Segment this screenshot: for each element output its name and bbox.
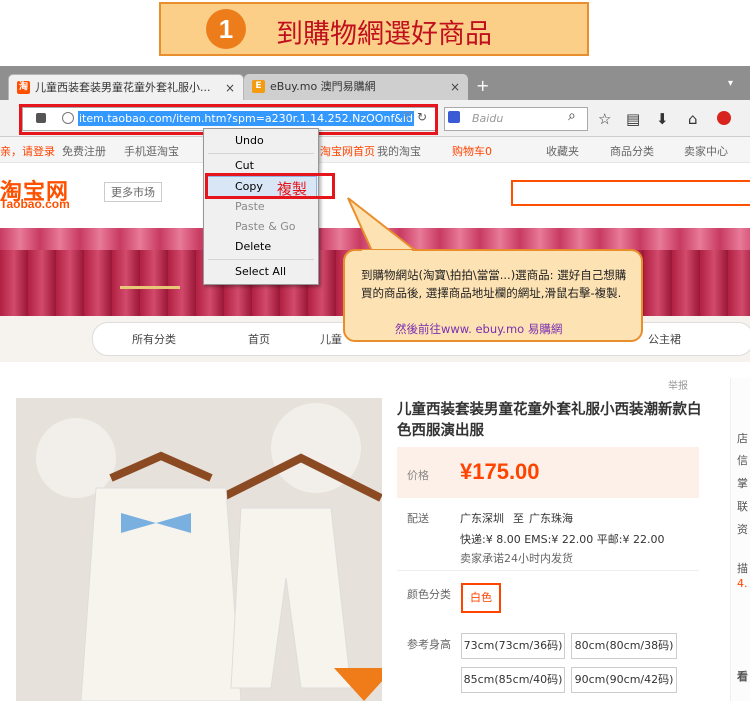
ship-from: 广东深圳 [460,512,504,525]
chandelier-icon [120,246,180,289]
baidu-icon [448,111,460,123]
menu-item-undo[interactable]: Undo [235,134,264,147]
side-text: 资 [737,523,748,536]
new-tab-button[interactable]: + [476,76,489,95]
download-icon[interactable]: ⬇ [656,110,669,128]
price-box [397,447,699,498]
shipping-note: 卖家承诺24小时内发货 [460,552,573,565]
cart-link[interactable]: 购物车0 [452,143,492,159]
copy-highlight-box [205,173,335,199]
copy-annotation: 複製 [277,180,308,198]
menu-home[interactable]: 首页 [248,331,270,347]
price-value: ¥175.00 [460,459,540,484]
report-link[interactable]: 举报 [668,377,688,392]
side-text: 店 [737,432,748,445]
size-option-85[interactable]: 85cm(85cm/40码) [461,667,565,693]
callout-join [362,250,412,254]
my-taobao-link[interactable]: 我的淘宝 [377,143,421,159]
step-number-badge: 1 [206,9,246,49]
tab-list-button[interactable]: ▾ [728,78,733,89]
divider [397,570,699,571]
product-title: 儿童西装套装男童花童外套礼服小西装潮新款白色西服演出服 [397,402,702,439]
side-text: 4. [737,577,748,590]
callout-pointer [347,197,419,252]
close-icon[interactable]: × [450,74,460,100]
category-link[interactable]: 商品分类 [610,143,654,159]
mobile-link[interactable]: 手机逛淘宝 [124,143,179,159]
menu-all-categories[interactable]: 所有分类 [132,331,176,347]
ebuy-favicon-icon: E [252,80,265,93]
taobao-favicon-icon: 淘 [17,81,30,94]
size-option-73[interactable]: 73cm(73cm/36码) [461,633,565,659]
side-text: 信 [737,454,748,467]
reading-list-icon[interactable]: ▤ [626,110,640,128]
shop-info-panel [730,378,750,701]
more-markets-button[interactable]: 更多市场 [104,182,162,202]
tab-taobao[interactable]: 淘 儿童西装套装男童花童外套礼服小... × [8,74,244,100]
ship-to-select[interactable]: 广东珠海 [529,510,573,526]
color-option-white[interactable]: 白色 [461,583,501,613]
step-title: 到購物網選好商品 [276,19,492,50]
shipping-label: 配送 [407,512,429,525]
menu-item-cut[interactable]: Cut [235,159,254,172]
login-link[interactable]: 亲，请登录 [0,143,55,159]
taobao-logo-en: Taobao.com [0,197,70,211]
price-label: 价格 [407,469,429,482]
search-icon[interactable]: ⌕ [568,108,576,124]
tab-label: 儿童西装套装男童花童外套礼服小... [35,81,211,94]
side-text: 联 [737,500,748,513]
size-label: 参考身高 [407,638,451,651]
side-text: 掌 [737,477,748,490]
suit-illustration [16,398,382,701]
color-label: 颜色分类 [407,588,451,601]
size-option-90[interactable]: 90cm(90cm/42码) [571,667,677,693]
home-icon[interactable]: ⌂ [688,110,698,128]
menu-separator [208,153,314,154]
menu-item-paste: Paste [235,200,265,213]
menu-item-paste-go: Paste & Go [235,220,296,233]
size-option-80[interactable]: 80cm(80cm/38码) [571,633,677,659]
menu-item-delete[interactable]: Delete [235,240,271,253]
menu-children[interactable]: 儿童 [320,331,342,347]
favorites-link[interactable]: 收藏夹 [546,143,579,159]
menu-princess-dress[interactable]: 公主裙 [648,331,681,347]
taobao-search-input[interactable] [511,180,750,206]
register-link[interactable]: 免费注册 [62,143,106,159]
seller-center-link[interactable]: 卖家中心 [684,143,728,159]
callout-text: 到購物網站(淘寶\拍拍\當當...)選商品: 選好自己想購買的商品後, 選擇商品… [361,268,627,300]
bookmark-star-icon[interactable]: ☆ [598,110,611,128]
tab-ebuy[interactable]: E eBuy.mo 澳門易購網 × [244,74,468,100]
home-link[interactable]: 淘宝网首页 [320,143,375,159]
product-image [16,398,382,701]
shipping-fees: 快递:¥ 8.00 EMS:¥ 22.00 平邮:¥ 22.00 [460,533,665,546]
search-placeholder: Baidu [472,112,504,125]
tab-label: eBuy.mo 澳門易購網 [270,80,376,93]
callout-link: 然後前往www. ebuy.mo 易購網 [395,322,563,336]
ship-to-word: 至 [513,512,524,525]
menu-item-select-all[interactable]: Select All [235,265,286,278]
menu-separator [208,259,314,260]
search-box[interactable] [444,107,588,131]
side-text: 看 [737,670,748,683]
addon-icon[interactable] [717,111,731,125]
side-text: 描 [737,562,748,575]
close-icon[interactable]: × [225,75,235,100]
